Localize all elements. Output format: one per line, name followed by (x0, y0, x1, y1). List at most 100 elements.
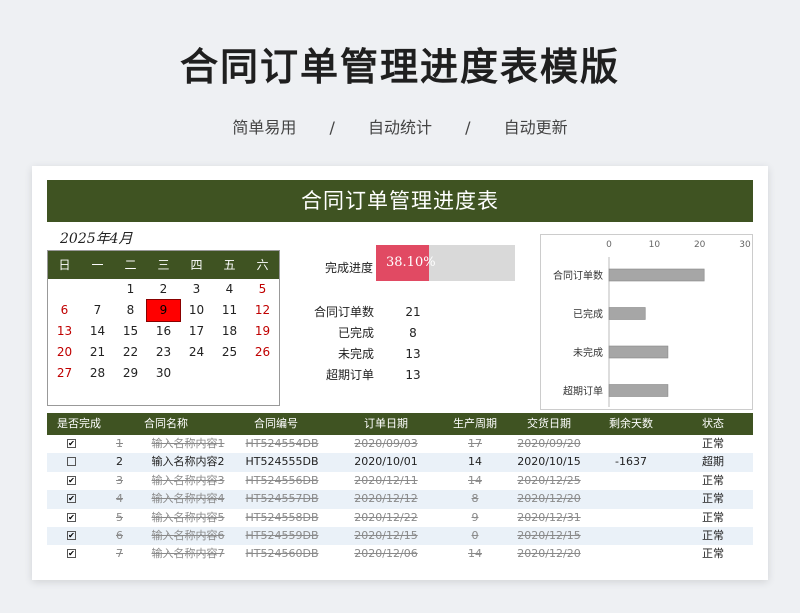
calendar-day[interactable]: 4 (213, 279, 246, 300)
calendar-day[interactable]: 18 (213, 321, 246, 342)
production-cycle-cell[interactable]: 8 (441, 490, 509, 508)
calendar-day[interactable]: 11 (213, 300, 246, 321)
remaining-days-cell[interactable] (589, 527, 673, 545)
table-row[interactable]: ✔ 7 输入名称内容7 HT524560DB 2020/12/06 14 2020/12/2… (47, 545, 753, 563)
contract-name-cell[interactable]: 输入名称内容4 (143, 490, 233, 508)
calendar-day[interactable]: 5 (246, 279, 279, 300)
remaining-days-cell[interactable] (589, 490, 673, 508)
calendar-day[interactable]: 19 (246, 321, 279, 342)
calendar-day[interactable]: 25 (213, 342, 246, 363)
contract-name-cell[interactable]: 输入名称内容7 (143, 545, 233, 563)
status-cell[interactable]: 正常 (673, 490, 753, 508)
remaining-days-cell[interactable] (589, 509, 673, 527)
done-checkbox[interactable]: ✔ (67, 439, 76, 448)
contract-code-cell[interactable]: HT524555DB (233, 453, 331, 471)
order-date-cell[interactable]: 2020/12/06 (331, 545, 441, 563)
calendar-day[interactable]: 23 (147, 342, 180, 363)
calendar-day[interactable]: 12 (246, 300, 279, 321)
delivery-date-cell[interactable]: 2020/12/20 (509, 545, 589, 563)
calendar-day[interactable]: 3 (180, 279, 213, 300)
table-row[interactable]: ✔ 6 输入名称内容6 HT524559DB 2020/12/15 0 2020/12/15… (47, 526, 753, 546)
delivery-date-cell[interactable]: 2020/12/31 (509, 509, 589, 527)
calendar-day[interactable]: 10 (180, 300, 213, 321)
remaining-days-cell[interactable] (589, 435, 673, 453)
production-cycle-cell[interactable]: 14 (441, 472, 509, 490)
production-cycle-cell[interactable]: 14 (441, 453, 509, 471)
status-cell[interactable]: 超期 (673, 453, 753, 471)
delivery-date-cell[interactable]: 2020/12/25 (509, 472, 589, 490)
calendar-day[interactable]: 9 (146, 299, 181, 322)
delivery-date-cell[interactable]: 2020/09/20 (509, 435, 589, 453)
contract-name-cell[interactable]: 输入名称内容6 (143, 527, 233, 545)
column-header[interactable]: 合同名称 (111, 413, 221, 435)
contract-code-cell[interactable]: HT524556DB (233, 472, 331, 490)
status-cell[interactable]: 正常 (673, 472, 753, 490)
column-header[interactable]: 生产周期 (441, 413, 509, 435)
order-date-cell[interactable]: 2020/12/22 (331, 509, 441, 527)
contract-name-cell[interactable]: 输入名称内容1 (143, 435, 233, 453)
calendar-day[interactable]: 17 (180, 321, 213, 342)
production-cycle-cell[interactable]: 17 (441, 435, 509, 453)
calendar-day[interactable]: 22 (114, 342, 147, 363)
calendar-day[interactable]: 6 (48, 300, 81, 321)
contract-name-cell[interactable]: 输入名称内容2 (143, 453, 233, 471)
calendar-day[interactable]: 8 (114, 300, 147, 321)
contract-code-cell[interactable]: HT524554DB (233, 435, 331, 453)
calendar-day[interactable]: 24 (180, 342, 213, 363)
calendar-day[interactable]: 27 (48, 363, 81, 384)
calendar-day[interactable]: 21 (81, 342, 114, 363)
calendar-day[interactable]: 1 (114, 279, 147, 300)
order-date-cell[interactable]: 2020/12/12 (331, 490, 441, 508)
delivery-date-cell[interactable]: 2020/12/15 (509, 527, 589, 545)
delivery-date-cell[interactable]: 2020/10/15 (509, 453, 589, 471)
calendar-day[interactable]: 13 (48, 321, 81, 342)
production-cycle-cell[interactable]: 14 (441, 545, 509, 563)
calendar-day[interactable]: 15 (114, 321, 147, 342)
table-row[interactable]: ✔ 4 输入名称内容4 HT524557DB 2020/12/12 8 2020/12/20… (47, 490, 753, 509)
delivery-date-cell[interactable]: 2020/12/20 (509, 490, 589, 508)
status-cell[interactable]: 正常 (673, 509, 753, 527)
table-row[interactable]: ✔ 3 输入名称内容3 HT524556DB 2020/12/11 14 2020/12/2… (47, 472, 753, 490)
table-row[interactable]: ✔ 1 输入名称内容1 HT524554DB 2020/09/03 17 2020/09/2… (47, 435, 753, 453)
remaining-days-cell[interactable]: -1637 (589, 453, 673, 471)
status-cell[interactable]: 正常 (673, 527, 753, 545)
production-cycle-cell[interactable]: 9 (441, 509, 509, 527)
calendar-day[interactable]: 20 (48, 342, 81, 363)
calendar-day[interactable]: 26 (246, 342, 279, 363)
column-header[interactable]: 状态 (673, 413, 753, 435)
calendar-day[interactable]: 28 (81, 363, 114, 384)
order-date-cell[interactable]: 2020/12/15 (331, 527, 441, 545)
order-date-cell[interactable]: 2020/09/03 (331, 435, 441, 453)
done-checkbox[interactable]: ✔ (67, 549, 76, 559)
order-date-cell[interactable]: 2020/12/11 (331, 472, 441, 490)
contract-code-cell[interactable]: HT524559DB (233, 527, 331, 545)
calendar-day[interactable]: 2 (147, 279, 180, 300)
contract-name-cell[interactable]: 输入名称内容3 (143, 472, 233, 490)
contract-code-cell[interactable]: HT524558DB (233, 509, 331, 527)
status-cell[interactable]: 正常 (673, 435, 753, 453)
status-cell[interactable]: 正常 (673, 545, 753, 563)
column-header[interactable]: 合同编号 (221, 413, 331, 435)
calendar-day[interactable]: 14 (81, 321, 114, 342)
done-checkbox[interactable] (67, 457, 76, 467)
calendar-day[interactable]: 16 (147, 321, 180, 342)
contract-code-cell[interactable]: HT524557DB (233, 490, 331, 508)
table-row[interactable]: 2 输入名称内容2 HT524555DB 2020/10/01 14 2020/10/15… (47, 453, 753, 472)
calendar-day[interactable]: 30 (147, 363, 180, 384)
done-checkbox[interactable]: ✔ (67, 512, 76, 522)
done-checkbox[interactable]: ✔ (67, 530, 76, 540)
contract-name-cell[interactable]: 输入名称内容5 (143, 509, 233, 527)
done-checkbox[interactable]: ✔ (67, 494, 76, 504)
column-header[interactable]: 订单日期 (331, 413, 441, 435)
column-header[interactable]: 剩余天数 (589, 413, 673, 435)
production-cycle-cell[interactable]: 0 (441, 527, 509, 545)
table-row[interactable]: ✔ 5 输入名称内容5 HT524558DB 2020/12/22 9 2020/12/31… (47, 509, 753, 527)
remaining-days-cell[interactable] (589, 545, 673, 563)
calendar-day[interactable]: 29 (114, 363, 147, 384)
column-header[interactable]: 是否完成 (47, 413, 111, 435)
order-date-cell[interactable]: 2020/10/01 (331, 453, 441, 471)
remaining-days-cell[interactable] (589, 472, 673, 490)
done-checkbox[interactable]: ✔ (67, 475, 76, 485)
column-header[interactable]: 交货日期 (509, 413, 589, 435)
contract-code-cell[interactable]: HT524560DB (233, 545, 331, 563)
